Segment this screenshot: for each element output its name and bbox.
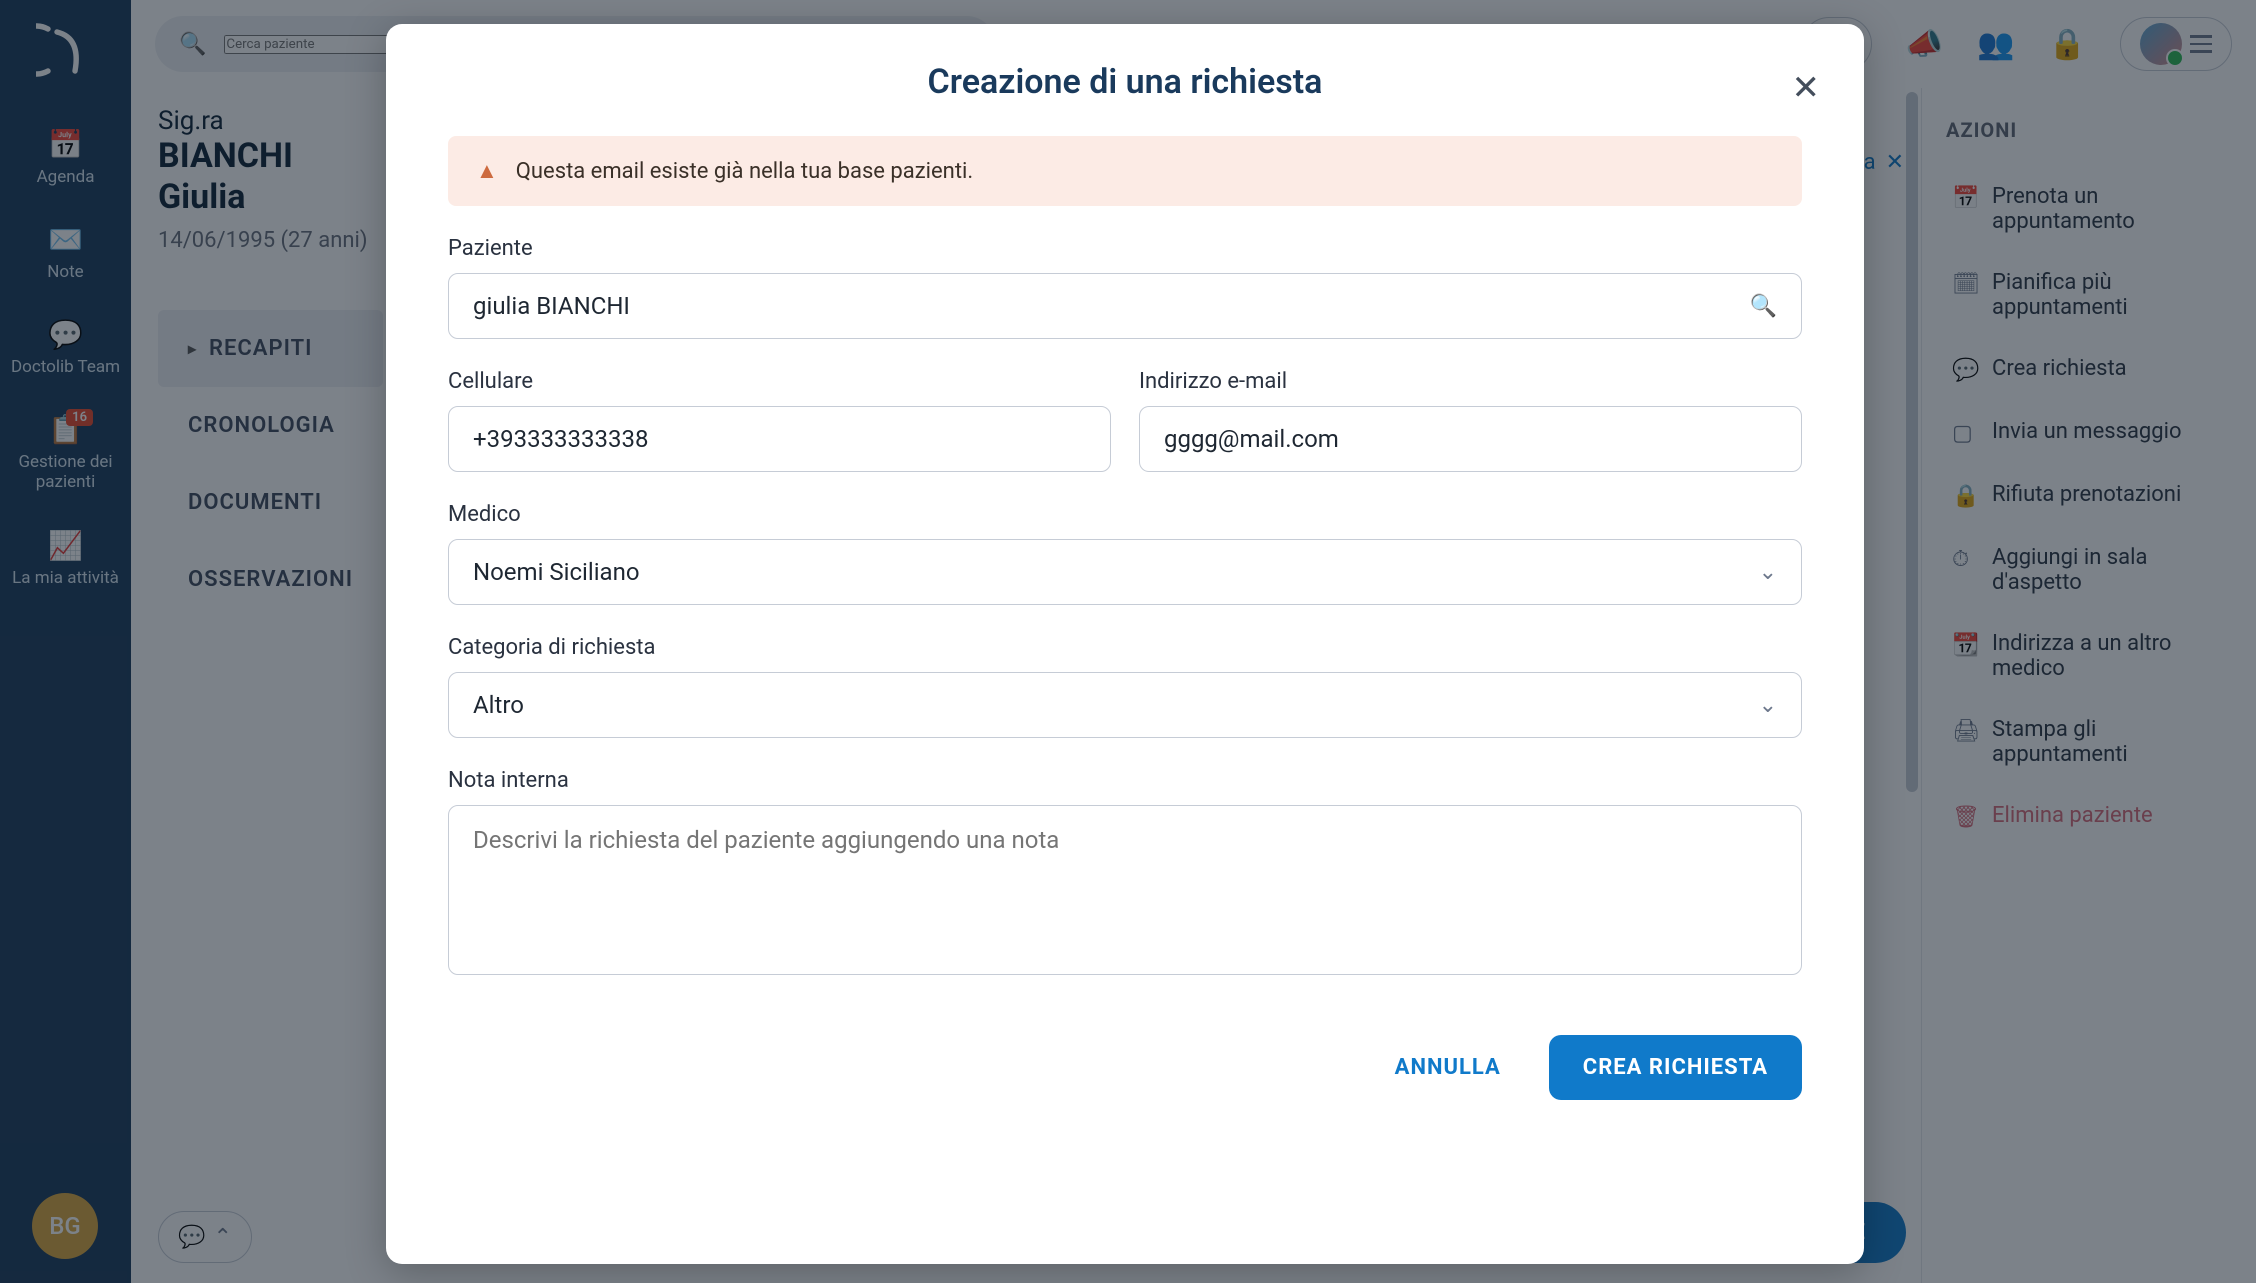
modal-title: Creazione di una richiesta (448, 62, 1802, 102)
alert-text: Questa email esiste già nella tua base p… (516, 159, 973, 184)
create-request-modal: Creazione di una richiesta ✕ ▲ Questa em… (386, 24, 1864, 1264)
search-icon[interactable]: 🔍 (1750, 294, 1777, 319)
doctor-select[interactable]: Noemi Siciliano ⌄ (448, 539, 1802, 605)
email-input[interactable] (1164, 425, 1777, 453)
note-field[interactable] (448, 805, 1802, 975)
alert-email-exists: ▲ Questa email esiste già nella tua base… (448, 136, 1802, 206)
label-category: Categoria di richiesta (448, 635, 1802, 660)
email-field[interactable] (1139, 406, 1802, 472)
chevron-down-icon: ⌄ (1759, 560, 1777, 585)
label-phone: Cellulare (448, 369, 1111, 394)
label-doctor: Medico (448, 502, 1802, 527)
category-value: Altro (473, 691, 524, 719)
warning-icon: ▲ (476, 158, 498, 184)
label-email: Indirizzo e-mail (1139, 369, 1802, 394)
patient-search-field[interactable]: 🔍 (448, 273, 1802, 339)
modal-footer: ANNULLA CREA RICHIESTA (448, 1035, 1802, 1100)
cancel-button[interactable]: ANNULLA (1371, 1035, 1525, 1100)
phone-field[interactable] (448, 406, 1111, 472)
label-patient: Paziente (448, 236, 1802, 261)
modal-close-button[interactable]: ✕ (1792, 68, 1821, 108)
category-select[interactable]: Altro ⌄ (448, 672, 1802, 738)
phone-input[interactable] (473, 425, 1086, 453)
chevron-down-icon: ⌄ (1759, 693, 1777, 718)
note-textarea[interactable] (473, 826, 1777, 954)
submit-button[interactable]: CREA RICHIESTA (1549, 1035, 1802, 1100)
doctor-value: Noemi Siciliano (473, 558, 640, 586)
label-note: Nota interna (448, 768, 1802, 793)
patient-input[interactable] (473, 292, 1777, 320)
